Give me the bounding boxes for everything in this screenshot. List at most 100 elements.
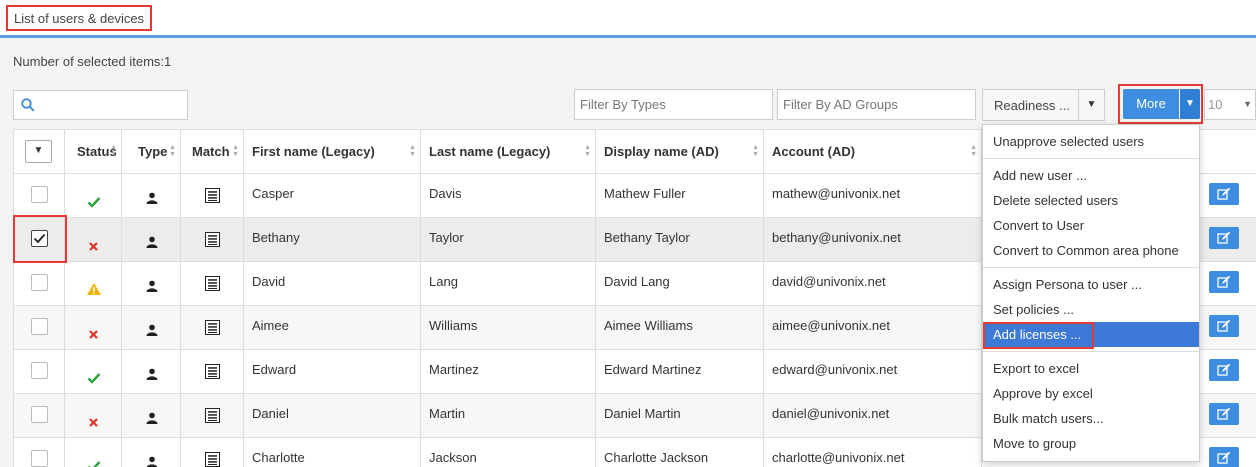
cross-icon bbox=[89, 242, 98, 251]
first-name-cell: Charlotte bbox=[244, 438, 421, 467]
menu-item[interactable]: Add new user ... bbox=[983, 163, 1199, 188]
edit-button[interactable] bbox=[1209, 403, 1239, 425]
row-select-cell bbox=[14, 262, 65, 306]
type-cell bbox=[122, 306, 181, 350]
account-cell: bethany@univonix.net bbox=[764, 218, 982, 262]
status-cell bbox=[65, 174, 122, 218]
edit-icon bbox=[1217, 407, 1231, 420]
match-cell bbox=[181, 262, 244, 306]
row-checkbox[interactable] bbox=[31, 406, 48, 423]
edit-button[interactable] bbox=[1209, 315, 1239, 337]
menu-item[interactable]: Approve by excel bbox=[983, 381, 1199, 406]
edit-icon bbox=[1217, 363, 1231, 376]
display-name-cell: Edward Martinez bbox=[596, 350, 764, 394]
status-cell bbox=[65, 306, 122, 350]
row-select-cell bbox=[14, 394, 65, 438]
column-type-label: Type bbox=[138, 144, 168, 159]
last-name-cell: Davis bbox=[421, 174, 596, 218]
first-name-cell: Daniel bbox=[244, 394, 421, 438]
filter-by-types-input[interactable]: Filter By Types bbox=[574, 89, 773, 120]
status-cell bbox=[65, 218, 122, 262]
menu-item[interactable]: Convert to Common area phone bbox=[983, 238, 1199, 263]
sort-icon: ▲ ▼ bbox=[110, 144, 117, 158]
column-type[interactable]: Type ▲ ▼ bbox=[122, 130, 181, 174]
user-icon bbox=[146, 412, 158, 424]
user-icon bbox=[146, 280, 158, 292]
checkmark-icon bbox=[87, 461, 100, 467]
select-all-dropdown[interactable]: ▼ bbox=[25, 140, 52, 163]
first-name-cell: Bethany bbox=[244, 218, 421, 262]
last-name-cell: Jackson bbox=[421, 438, 596, 467]
column-last-name[interactable]: Last name (Legacy) ▲ ▼ bbox=[421, 130, 596, 174]
sort-icon: ▲ ▼ bbox=[409, 144, 416, 158]
last-name-cell: Martinez bbox=[421, 350, 596, 394]
row-checkbox[interactable] bbox=[31, 274, 48, 291]
match-cell bbox=[181, 438, 244, 467]
sort-icon: ▲ ▼ bbox=[752, 144, 759, 158]
top-bar: List of users & devices bbox=[0, 0, 1256, 38]
account-cell: daniel@univonix.net bbox=[764, 394, 982, 438]
status-cell bbox=[65, 438, 122, 467]
menu-item[interactable]: Convert to User bbox=[983, 213, 1199, 238]
account-cell: aimee@univonix.net bbox=[764, 306, 982, 350]
more-button[interactable]: More bbox=[1123, 89, 1179, 119]
menu-item[interactable]: Unapprove selected users bbox=[983, 129, 1199, 154]
chevron-down-icon: ▼ bbox=[1243, 99, 1252, 109]
page-title: List of users & devices bbox=[6, 5, 153, 31]
edit-button[interactable] bbox=[1209, 359, 1239, 381]
menu-divider bbox=[983, 267, 1199, 268]
status-cell bbox=[65, 350, 122, 394]
edit-icon bbox=[1217, 319, 1231, 332]
edit-button[interactable] bbox=[1209, 227, 1239, 249]
row-select-cell bbox=[14, 350, 65, 394]
row-select-cell bbox=[14, 174, 65, 218]
list-icon bbox=[205, 320, 220, 335]
readiness-dropdown[interactable]: Readiness ... ▼ bbox=[982, 89, 1105, 121]
menu-item[interactable]: Export to excel bbox=[983, 356, 1199, 381]
list-icon bbox=[205, 364, 220, 379]
edit-icon bbox=[1217, 187, 1231, 200]
menu-divider bbox=[983, 158, 1199, 159]
row-checkbox[interactable] bbox=[31, 450, 48, 467]
edit-button[interactable] bbox=[1209, 271, 1239, 293]
column-last-name-label: Last name (Legacy) bbox=[429, 144, 551, 159]
list-icon bbox=[205, 232, 220, 247]
checkmark-icon bbox=[87, 373, 100, 384]
cross-icon bbox=[89, 330, 98, 339]
menu-item[interactable]: Move to group bbox=[983, 431, 1199, 456]
user-icon bbox=[146, 236, 158, 248]
menu-item[interactable]: Set policies ... bbox=[983, 297, 1199, 322]
column-account-label: Account (AD) bbox=[772, 144, 856, 159]
edit-button[interactable] bbox=[1209, 447, 1239, 467]
more-caret-icon[interactable]: ▼ bbox=[1180, 89, 1200, 119]
row-checkbox[interactable] bbox=[31, 362, 48, 379]
first-name-cell: Aimee bbox=[244, 306, 421, 350]
first-name-cell: Edward bbox=[244, 350, 421, 394]
checkbox-highlight bbox=[13, 215, 67, 263]
column-display-name[interactable]: Display name (AD) ▲ ▼ bbox=[596, 130, 764, 174]
header-select-all: ▼ bbox=[14, 130, 65, 174]
readiness-label: Readiness ... bbox=[994, 98, 1070, 113]
menu-item[interactable]: Assign Persona to user ... bbox=[983, 272, 1199, 297]
last-name-cell: Williams bbox=[421, 306, 596, 350]
menu-item[interactable]: Bulk match users... bbox=[983, 406, 1199, 431]
row-checkbox[interactable] bbox=[31, 186, 48, 203]
column-status[interactable]: Status ▲ ▼ bbox=[65, 130, 122, 174]
match-cell bbox=[181, 174, 244, 218]
search-input[interactable] bbox=[13, 90, 188, 120]
match-cell bbox=[181, 350, 244, 394]
column-account[interactable]: Account (AD) ▲ ▼ bbox=[764, 130, 982, 174]
display-name-cell: Bethany Taylor bbox=[596, 218, 764, 262]
checkmark-icon bbox=[87, 197, 100, 208]
page-size-select[interactable]: 10 ▼ bbox=[1204, 89, 1256, 120]
list-icon bbox=[205, 452, 220, 467]
menu-item[interactable]: Delete selected users bbox=[983, 188, 1199, 213]
filter-by-ad-groups-input[interactable]: Filter By AD Groups bbox=[777, 89, 976, 120]
edit-button[interactable] bbox=[1209, 183, 1239, 205]
status-cell bbox=[65, 262, 122, 306]
user-icon bbox=[146, 456, 158, 467]
column-first-name[interactable]: First name (Legacy) ▲ ▼ bbox=[244, 130, 421, 174]
sort-icon: ▲ ▼ bbox=[169, 144, 176, 158]
row-checkbox[interactable] bbox=[31, 318, 48, 335]
column-match[interactable]: Match ▲ ▼ bbox=[181, 130, 244, 174]
